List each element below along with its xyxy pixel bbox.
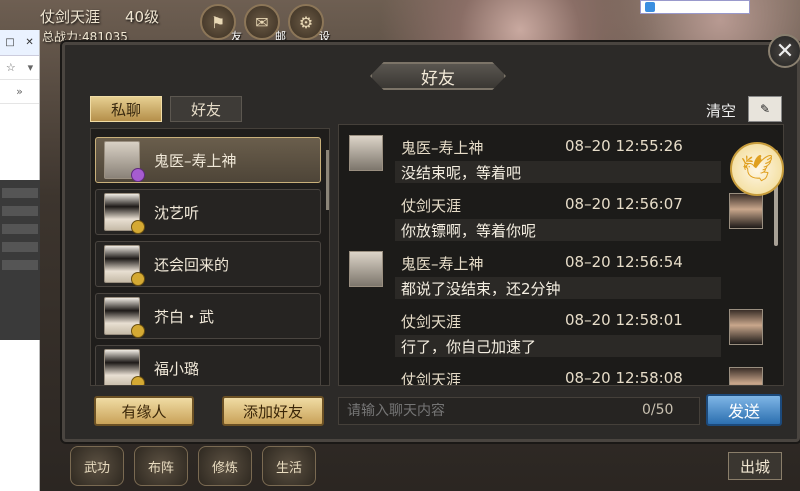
vip-badge-icon [131, 168, 145, 182]
clear-label: 清空 [706, 102, 737, 120]
message-sender: 鬼医–寿上神 [401, 139, 484, 157]
friend-list-scrollbar[interactable] [326, 150, 329, 210]
friend-name: 还会回来的 [154, 255, 230, 274]
avatar [349, 251, 383, 287]
avatar [729, 367, 763, 385]
message-sender: 鬼医–寿上神 [401, 255, 484, 273]
avatar [349, 135, 383, 171]
friend-item[interactable]: 还会回来的 [95, 241, 321, 287]
friend-item[interactable]: 福小璐 [95, 345, 321, 385]
eraser-icon: ✎ [759, 102, 771, 116]
friends-icon[interactable]: ⚑ 友 [200, 4, 242, 43]
message-sender: 仗剑天涯 [401, 197, 462, 215]
message-sender: 仗剑天涯 [401, 371, 462, 386]
avatar [104, 349, 145, 385]
avatar [729, 309, 763, 345]
avatar [104, 297, 145, 338]
gear-icon[interactable]: ⚙ 设 [288, 4, 330, 43]
message-time: 08–20 12:58:01 [565, 311, 683, 329]
char-counter: 0/50 [642, 402, 674, 418]
exit-city-button[interactable]: 出城 [728, 452, 782, 480]
close-button[interactable]: ✕ [768, 34, 800, 68]
fate-button[interactable]: 有缘人 [94, 396, 194, 426]
vip-badge-icon [131, 376, 145, 385]
bird-icon[interactable]: 🕊 [730, 142, 784, 196]
chat-log[interactable]: 鬼医–寿上神 08–20 12:55:26 没结束呢，等着吧 仗剑天涯 08–2… [338, 124, 784, 386]
upload-icon [645, 2, 655, 12]
browser-thumbnail [0, 180, 40, 340]
browser-toolbar[interactable]: ☆ ▾ [0, 56, 39, 80]
chat-message: 鬼医–寿上神 08–20 12:56:54 都说了没结束，还2分钟 [339, 247, 783, 303]
message-text: 行了，你自己加速了 [395, 335, 721, 357]
dropdown-icon[interactable]: ▾ [28, 61, 34, 74]
clear-chat-button[interactable]: ✎ [748, 96, 782, 122]
player-level: 40级 [125, 8, 160, 26]
mail-icon[interactable]: ✉ 邮 [244, 4, 286, 43]
chat-message: 仗剑天涯 08–20 12:56:07 你放镖啊，等着你呢 [339, 189, 783, 245]
vip-badge-icon [131, 272, 145, 286]
message-time: 08–20 12:55:26 [565, 137, 683, 155]
chevron-right-icon[interactable]: » [16, 85, 23, 98]
player-name: 仗剑天涯 [40, 8, 101, 26]
chat-message: 仗剑天涯 08–20 12:58:08 [339, 363, 783, 386]
message-time: 08–20 12:58:08 [565, 369, 683, 386]
life-button[interactable]: 生活 [262, 446, 316, 486]
send-button[interactable]: 发送 [706, 394, 782, 426]
close-icon[interactable]: ✕ [25, 37, 33, 48]
panel-title: 好友 [370, 62, 506, 90]
avatar [104, 193, 145, 234]
avatar [729, 193, 763, 229]
martial-arts-button[interactable]: 武功 [70, 446, 124, 486]
browser-bookmarks[interactable]: » [0, 80, 39, 104]
friend-list[interactable]: 鬼医–寿上神 沈艺听 还会回来的 芥白・武 福小璐 [90, 128, 330, 386]
friend-name: 沈艺听 [154, 203, 200, 222]
friend-name: 鬼医–寿上神 [154, 151, 237, 170]
browser-sliver: □ ✕ ☆ ▾ » [0, 30, 40, 491]
friend-name: 福小璐 [154, 359, 200, 378]
tab-friends[interactable]: 好友 [170, 96, 242, 122]
panel-tabs: 私聊 好友 [90, 96, 242, 122]
tab-private-chat[interactable]: 私聊 [90, 96, 162, 122]
add-friend-button[interactable]: 添加好友 [222, 396, 324, 426]
friend-item[interactable]: 沈艺听 [95, 189, 321, 235]
message-time: 08–20 12:56:54 [565, 253, 683, 271]
vip-badge-icon [131, 324, 145, 338]
message-text: 你放镖啊，等着你呢 [395, 219, 721, 241]
chat-message: 鬼医–寿上神 08–20 12:55:26 没结束呢，等着吧 [339, 131, 783, 187]
window-icon[interactable]: □ [5, 37, 14, 48]
message-text: 没结束呢，等着吧 [395, 161, 721, 183]
star-icon[interactable]: ☆ [6, 61, 16, 74]
avatar [104, 245, 145, 286]
close-icon: ✕ [775, 38, 795, 64]
browser-tabbar[interactable]: □ ✕ [0, 30, 39, 56]
chat-message: 仗剑天涯 08–20 12:58:01 行了，你自己加速了 [339, 305, 783, 361]
friend-item[interactable]: 鬼医–寿上神 [95, 137, 321, 183]
friend-item[interactable]: 芥白・武 [95, 293, 321, 339]
formation-button[interactable]: 布阵 [134, 446, 188, 486]
message-text: 都说了没结束，还2分钟 [395, 277, 721, 299]
avatar [104, 141, 145, 182]
vip-badge-icon [131, 220, 145, 234]
message-sender: 仗剑天涯 [401, 313, 462, 331]
cultivate-button[interactable]: 修炼 [198, 446, 252, 486]
upload-badge[interactable] [640, 0, 750, 14]
bottom-menu: 武功 布阵 修炼 生活 [70, 446, 316, 486]
friend-name: 芥白・武 [154, 307, 215, 326]
message-time: 08–20 12:56:07 [565, 195, 683, 213]
